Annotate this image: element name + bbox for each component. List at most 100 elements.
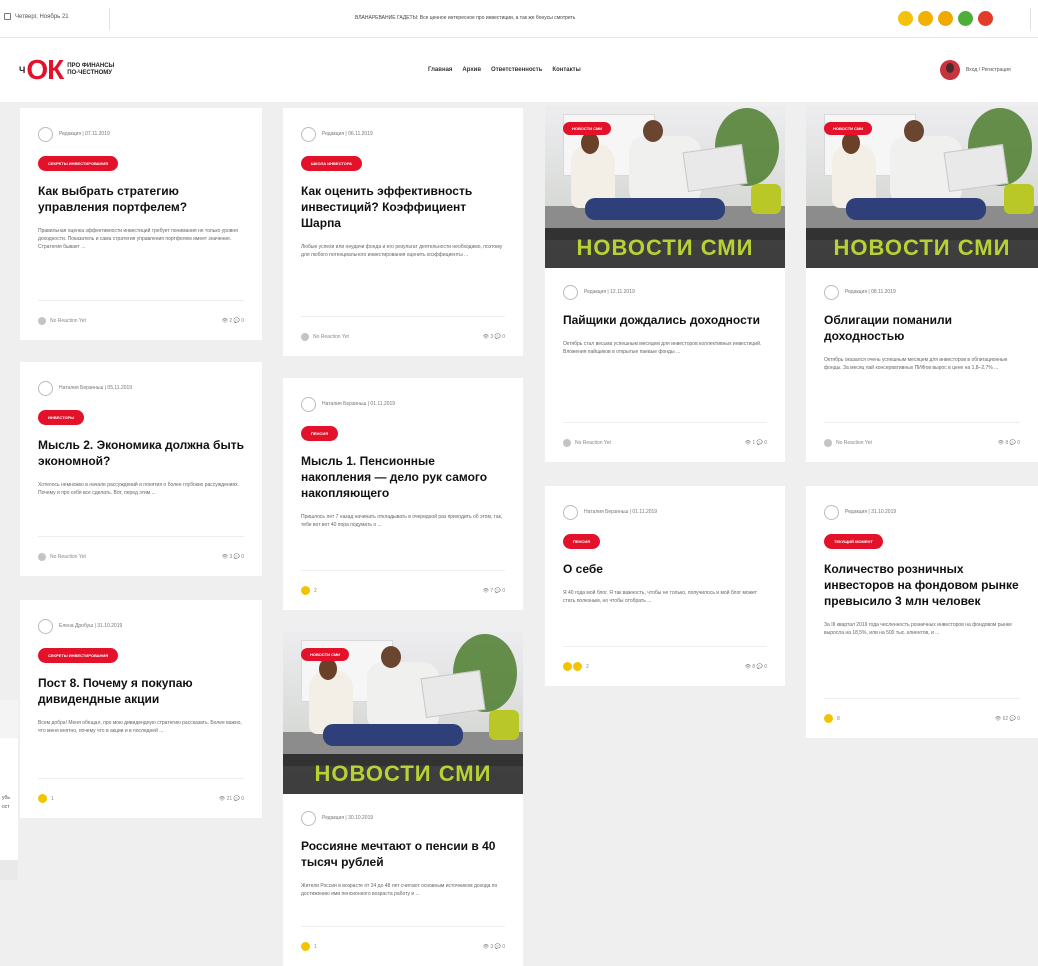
calendar-icon: [4, 13, 11, 20]
post-title[interactable]: Россияне мечтают о пенсии в 40 тысяч руб…: [301, 838, 505, 870]
image-banner: НОВОСТИ СМИ: [283, 754, 523, 794]
post-meta[interactable]: Наталия Берзиньш | 01.11.2019: [322, 401, 395, 407]
logo-line-1: ПРО ФИНАНСЫ: [67, 63, 115, 69]
login-link[interactable]: Вход / Регистрация: [966, 67, 1011, 73]
post-card[interactable]: НОВОСТИ СМИ НОВОСТИ СМИ Редакция | 08.11…: [806, 106, 1038, 462]
post-footer: 1 👁 21 💬 0: [38, 778, 244, 818]
category-tag[interactable]: ШКОЛА ИНВЕСТОРА: [301, 156, 363, 171]
post-stats: 👁 1 💬 0: [744, 439, 767, 446]
post-stats: 👁 3 💬 0: [221, 553, 244, 560]
date-display: Четверг, Ноябрь 21: [4, 13, 69, 20]
post-stats: 👁 2 💬 0: [221, 317, 244, 324]
laugh-emoji-icon[interactable]: [918, 11, 933, 26]
category-tag[interactable]: НОВОСТИ СМИ: [824, 122, 873, 135]
post-footer: 1 👁 3 💬 0: [301, 926, 505, 966]
news-ticker[interactable]: ВЛАНАРЕВАНИЕ ГАДЕТЫ: Все ценное интересн…: [355, 15, 575, 21]
post-footer: No Reaction Yet 👁 8 💬 0: [824, 422, 1020, 462]
smile-reaction-icon: [573, 662, 582, 671]
post-card[interactable]: Наталия Берзиньш | 05.11.2019 ИНВЕСТОРЫ …: [20, 362, 262, 576]
reaction-count: No Reaction Yet: [50, 317, 86, 324]
post-title[interactable]: Количество розничных инвесторов на фондо…: [824, 561, 1020, 609]
post-excerpt: Октябрь стал весьма успешным месяцем для…: [563, 341, 762, 355]
sidebar-fragment: убь ост: [0, 700, 18, 880]
category-tag[interactable]: ПЕНСИЯ: [563, 534, 601, 549]
post-card[interactable]: Елена Дробуш | 31.10.2019 СЕКРЕТЫ ИНВЕСТ…: [20, 600, 262, 818]
post-title[interactable]: Как выбрать стратегию управления портфел…: [38, 183, 244, 215]
post-meta[interactable]: Редакция | 07.11.2019: [59, 131, 110, 137]
avatar[interactable]: [940, 60, 960, 80]
sidebar-text: убь ост: [2, 794, 10, 812]
category-tag[interactable]: СЕКРЕТЫ ИНВЕСТИРОВАНИЯ: [38, 648, 119, 663]
post-meta[interactable]: Наталия Берзиньш | 01.11.2019: [584, 509, 657, 515]
post-excerpt: Жители России в возрасте от 24 до 48 лет…: [301, 883, 498, 897]
post-meta[interactable]: Редакция | 06.11.2019: [322, 131, 373, 137]
site-logo[interactable]: Ч ОК ПРО ФИНАНСЫ ПО-ЧЕСТНОМУ: [19, 56, 114, 84]
nav-item-contacts[interactable]: Контакты: [552, 67, 580, 73]
user-area[interactable]: Вход / Регистрация: [940, 60, 1011, 80]
post-card[interactable]: Редакция | 06.11.2019 ШКОЛА ИНВЕСТОРА Ка…: [283, 108, 523, 356]
author-avatar: [38, 618, 53, 634]
image-woman-head: [581, 132, 599, 154]
post-title[interactable]: Пайщики дождались доходности: [563, 312, 767, 328]
post-meta[interactable]: Редакция | 30.10.2019: [322, 815, 373, 821]
post-footer: No Reaction Yet 👁 2 💬 0: [38, 300, 244, 340]
post-card[interactable]: НОВОСТИ СМИ НОВОСТИ СМИ Редакция | 12.11…: [545, 106, 785, 462]
post-card[interactable]: Наталия Берзиньш | 01.11.2019 ПЕНСИЯ О с…: [545, 486, 785, 686]
post-thumbnail[interactable]: НОВОСТИ СМИ НОВОСТИ СМИ: [545, 106, 785, 268]
nav-item-responsibility[interactable]: Ответственность: [491, 67, 542, 73]
wow-emoji-icon[interactable]: [938, 11, 953, 26]
post-meta[interactable]: Редакция | 31.10.2019: [845, 509, 896, 515]
image-pillow: [751, 184, 781, 214]
post-title[interactable]: Как оценить эффективность инвестиций? Ко…: [301, 183, 505, 231]
smile-reaction-icon: [824, 714, 833, 723]
logo-mark: ОК: [26, 54, 64, 85]
author-avatar: [38, 380, 53, 396]
reaction-count: 2: [314, 587, 317, 594]
post-meta[interactable]: Елена Дробуш | 31.10.2019: [59, 623, 122, 629]
post-excerpt: Я 40 года мой блог. Я так важность, чтоб…: [563, 590, 757, 604]
image-pillow: [489, 710, 519, 740]
post-title[interactable]: О себе: [563, 561, 767, 577]
category-tag[interactable]: ИНВЕСТОРЫ: [38, 410, 85, 425]
post-title[interactable]: Мысль 1. Пенсионные накопления — дело ру…: [301, 453, 505, 501]
smile-emoji-icon[interactable]: [898, 11, 913, 26]
post-title[interactable]: Мысль 2. Экономика должна быть экономной…: [38, 437, 244, 469]
category-tag[interactable]: ТЕКУЩИЙ МОМЕНТ: [824, 534, 883, 549]
category-tag[interactable]: НОВОСТИ СМИ: [301, 648, 350, 661]
site-header: Ч ОК ПРО ФИНАНСЫ ПО-ЧЕСТНОМУ Главная Арх…: [0, 38, 1038, 102]
smile-reaction-icon: [38, 794, 47, 803]
post-card[interactable]: Наталия Берзиньш | 01.11.2019 ПЕНСИЯ Мыс…: [283, 378, 523, 610]
main-nav: Главная Архив Ответственность Контакты: [428, 67, 581, 73]
post-footer: No Reaction Yet 👁 3 💬 0: [38, 536, 244, 576]
reaction-count: 8: [837, 715, 840, 722]
post-stats: 👁 8 💬 0: [744, 663, 767, 670]
author-avatar: [563, 284, 578, 300]
post-stats: 👁 3 💬 0: [482, 333, 505, 340]
green-emoji-icon[interactable]: [958, 11, 973, 26]
author-avatar: [301, 126, 316, 142]
post-excerpt: Октябрь оказался очень успешным месяцем …: [824, 357, 1008, 371]
post-card[interactable]: Редакция | 31.10.2019 ТЕКУЩИЙ МОМЕНТ Кол…: [806, 486, 1038, 738]
top-bar: Четверг, Ноябрь 21 ВЛАНАРЕВАНИЕ ГАДЕТЫ: …: [0, 0, 1038, 38]
post-card[interactable]: НОВОСТИ СМИ НОВОСТИ СМИ Редакция | 30.10…: [283, 632, 523, 966]
post-footer: 2 👁 8 💬 0: [563, 646, 767, 686]
post-meta[interactable]: Редакция | 12.11.2019: [584, 289, 635, 295]
nav-item-home[interactable]: Главная: [428, 67, 452, 73]
post-title[interactable]: Пост 8. Почему я покупаю дивидендные акц…: [38, 675, 244, 707]
author-avatar: [301, 810, 316, 826]
category-tag[interactable]: НОВОСТИ СМИ: [563, 122, 612, 135]
post-title[interactable]: Облигации поманили доходностью: [824, 312, 1020, 344]
category-tag[interactable]: ПЕНСИЯ: [301, 426, 339, 441]
smile-reaction-icon: [301, 942, 310, 951]
post-meta[interactable]: Наталия Берзиньш | 05.11.2019: [59, 385, 132, 391]
category-tag[interactable]: СЕКРЕТЫ ИНВЕСТИРОВАНИЯ: [38, 156, 119, 171]
image-banner-text: НОВОСТИ СМИ: [833, 235, 1011, 260]
post-thumbnail[interactable]: НОВОСТИ СМИ НОВОСТИ СМИ: [283, 632, 523, 794]
nav-item-archive[interactable]: Архив: [462, 67, 481, 73]
post-card[interactable]: Редакция | 07.11.2019 СЕКРЕТЫ ИНВЕСТИРОВ…: [20, 108, 262, 340]
post-thumbnail[interactable]: НОВОСТИ СМИ НОВОСТИ СМИ: [806, 106, 1038, 268]
reaction-icon: [38, 316, 46, 325]
angry-emoji-icon[interactable]: [978, 11, 993, 26]
sidebar-text-2: ост: [2, 804, 10, 810]
post-meta[interactable]: Редакция | 08.11.2019: [845, 289, 896, 295]
